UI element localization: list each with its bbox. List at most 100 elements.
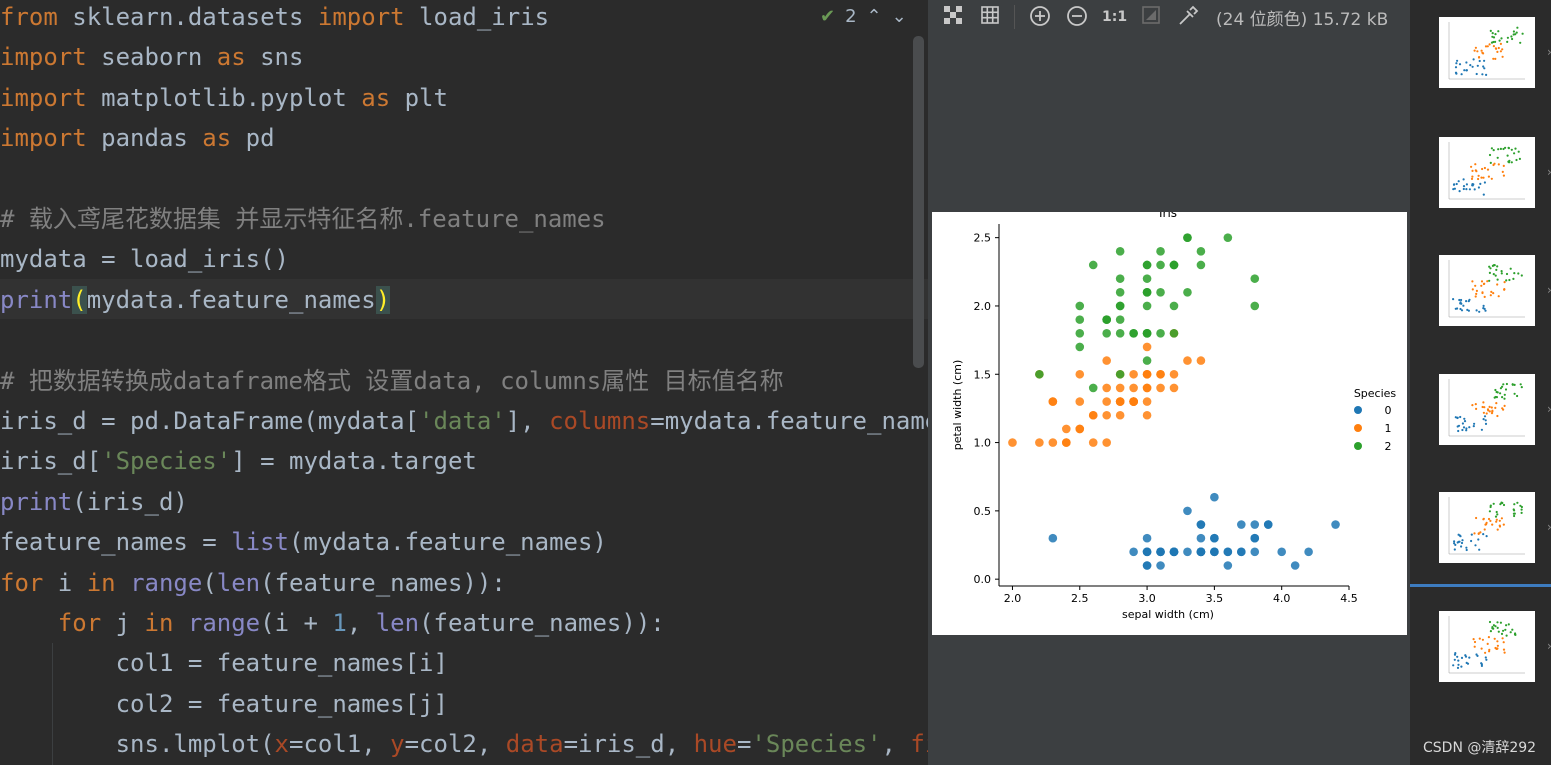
data-point-species-1 <box>1142 410 1152 420</box>
data-point-species-0 <box>1196 533 1206 543</box>
data-point-species-1 <box>1088 410 1098 420</box>
data-point-species-1 <box>1048 397 1058 406</box>
code-token: # 把数据转换成dataframe格式 设置data, columns属性 目标… <box>0 366 784 395</box>
data-point-species-1 <box>1062 424 1071 434</box>
code-token: sns.lmplot( <box>0 730 275 759</box>
background-icon[interactable] <box>1139 5 1163 29</box>
data-point-species-0 <box>1142 561 1152 570</box>
grid-icon[interactable] <box>978 5 1002 29</box>
code-line[interactable]: iris_d = pd.DataFrame(mydata['data'], co… <box>0 401 928 441</box>
data-point-species-0 <box>1142 547 1152 557</box>
inspection-count[interactable]: 2 <box>845 6 856 27</box>
thumbnail[interactable] <box>1439 492 1535 563</box>
data-point-species-2 <box>1250 274 1260 283</box>
data-point-species-2 <box>1169 328 1179 338</box>
y-tick-label: 0.5 <box>974 505 992 518</box>
thumbnail-plot <box>1448 616 1525 674</box>
toolbar-separator <box>1014 5 1015 29</box>
data-point-species-2 <box>1250 301 1260 311</box>
code-token: col2 = feature_names[j] <box>0 689 448 718</box>
thumbnail-arrow-icon: › <box>1547 639 1551 653</box>
data-point-species-1 <box>1129 369 1138 379</box>
code-line[interactable]: print(mydata.feature_names) <box>0 280 391 320</box>
thumbnail-plot <box>1448 22 1525 80</box>
code-line[interactable]: iris_d['Species'] = mydata.target <box>0 441 477 481</box>
code-line[interactable]: sns.lmplot(x=col1, y=col2, data=iris_d, … <box>0 724 928 764</box>
data-point-species-2 <box>1088 383 1098 393</box>
x-tick-label: 2.5 <box>1071 592 1089 605</box>
y-axis-label: petal width (cm) <box>951 360 964 451</box>
y-tick-label: 1.0 <box>974 437 992 450</box>
thumbnail-arrow-icon: › <box>1547 45 1551 59</box>
check-icon: ✔ <box>820 5 836 27</box>
code-token: ) <box>375 285 391 314</box>
code-line[interactable]: for j in range(i + 1, len(feature_names)… <box>0 603 665 643</box>
code-token: len <box>375 609 420 637</box>
code-token: sns <box>245 43 304 72</box>
code-token: for <box>57 609 102 637</box>
code-line[interactable]: for i in range(len(feature_names)): <box>0 563 506 603</box>
data-point-species-2 <box>1102 328 1111 338</box>
data-point-species-1 <box>1115 410 1125 420</box>
inspection-widget[interactable]: ✔ 2 ⌃ ⌄ <box>820 4 907 28</box>
code-line[interactable]: mydata = load_iris() <box>0 239 289 279</box>
data-point-species-0 <box>1183 547 1192 557</box>
data-point-species-1 <box>1142 342 1152 352</box>
code-token: 'Species' <box>751 730 882 759</box>
code-token: in <box>144 609 174 637</box>
data-point-species-2 <box>1129 328 1138 338</box>
data-point-species-1 <box>1075 397 1085 406</box>
actual-size-icon[interactable]: 1:1 <box>1102 5 1127 29</box>
thumbnail[interactable] <box>1439 374 1535 445</box>
y-tick-label: 1.5 <box>974 368 992 381</box>
code-token: feature_names = <box>0 528 232 557</box>
code-token: (i + <box>260 609 333 637</box>
code-line[interactable]: print(iris_d) <box>0 482 188 522</box>
thumbnail[interactable] <box>1439 137 1535 208</box>
previous-highlight-icon[interactable]: ⌃ <box>867 6 882 27</box>
next-highlight-icon[interactable]: ⌄ <box>892 6 907 27</box>
code-line[interactable]: # 载入鸢尾花数据集 并显示特征名称.feature_names <box>0 199 606 239</box>
code-token: import <box>317 3 405 31</box>
code-line[interactable]: col2 = feature_names[j] <box>0 684 448 724</box>
data-point-species-0 <box>1183 506 1192 516</box>
legend-label: 2 <box>1385 440 1392 453</box>
code-line[interactable]: col1 = feature_names[i] <box>0 643 448 683</box>
code-token: hue <box>693 730 737 759</box>
data-point-species-1 <box>1102 438 1111 447</box>
data-point-species-2 <box>1142 301 1152 311</box>
data-point-species-0 <box>1331 520 1340 529</box>
code-line[interactable]: import pandas as pd <box>0 118 275 158</box>
data-point-species-0 <box>1250 547 1260 557</box>
code-token: =col1, <box>289 730 391 759</box>
viewer-toolbar: 1:1 (24 位颜色) 15.72 kB <box>928 0 1410 34</box>
data-point-species-0 <box>1263 520 1273 529</box>
thumbnail[interactable] <box>1439 17 1535 88</box>
code-token: list <box>231 528 289 557</box>
code-editor[interactable]: from sklearn.datasets import load_iris im… <box>0 0 928 765</box>
legend-label: 0 <box>1385 404 1392 417</box>
thumbnail[interactable] <box>1439 611 1535 682</box>
code-line[interactable]: import matplotlib.pyplot as plt <box>0 78 448 118</box>
data-point-species-2 <box>1156 260 1165 270</box>
code-line[interactable]: feature_names = list(mydata.feature_name… <box>0 522 607 562</box>
data-point-species-1 <box>1196 356 1206 365</box>
code-token: as <box>216 43 246 72</box>
code-token: x <box>274 730 289 759</box>
zoom-in-icon[interactable] <box>1028 5 1052 29</box>
data-point-species-2 <box>1035 369 1044 379</box>
code-token: j <box>101 609 145 637</box>
fit-screen-icon[interactable] <box>941 5 965 29</box>
code-token: in <box>86 568 116 597</box>
y-tick-label: 2.0 <box>974 300 992 313</box>
code-token: ], <box>505 407 550 435</box>
color-picker-icon[interactable] <box>1176 5 1200 29</box>
zoom-out-icon[interactable] <box>1065 5 1089 29</box>
thumbnail[interactable] <box>1439 255 1535 326</box>
data-point-species-2 <box>1183 233 1192 242</box>
code-line[interactable]: # 把数据转换成dataframe格式 设置data, columns属性 目标… <box>0 361 784 401</box>
code-line[interactable]: from sklearn.datasets import load_iris <box>0 0 549 37</box>
code-line[interactable]: import seaborn as sns <box>0 37 303 77</box>
editor-scrollbar[interactable] <box>913 36 924 368</box>
